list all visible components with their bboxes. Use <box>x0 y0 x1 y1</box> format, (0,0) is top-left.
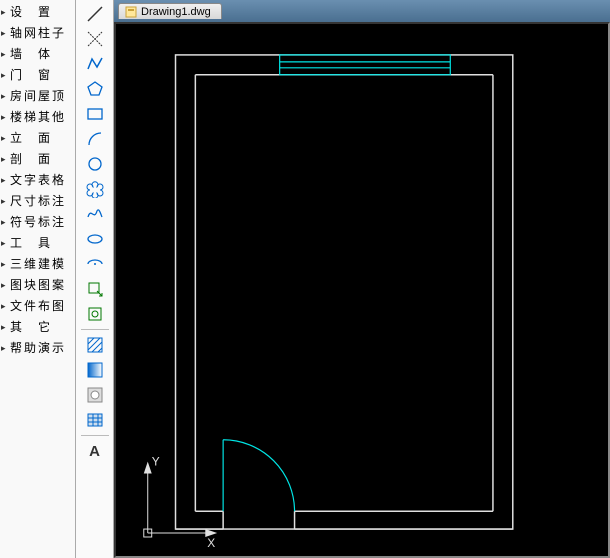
ucs-icon: Y X <box>144 455 217 550</box>
menu-item-3d-modeling[interactable]: 三维建模 <box>0 254 75 275</box>
construction-line-icon[interactable] <box>83 27 107 51</box>
menu-item-help-demo[interactable]: 帮助演示 <box>0 338 75 359</box>
menu-item-elevation[interactable]: 立 面 <box>0 128 75 149</box>
document-tab[interactable]: Drawing1.dwg <box>118 3 222 19</box>
document-tab-bar: Drawing1.dwg <box>114 0 610 22</box>
menu-item-symbol[interactable]: 符号标注 <box>0 212 75 233</box>
menu-item-other[interactable]: 其 它 <box>0 317 75 338</box>
menu-item-block-pattern[interactable]: 图块图案 <box>0 275 75 296</box>
menu-item-dimension[interactable]: 尺寸标注 <box>0 191 75 212</box>
menu-item-file-layout[interactable]: 文件布图 <box>0 296 75 317</box>
toolbar-separator <box>81 329 109 330</box>
menu-item-settings[interactable]: 设 置 <box>0 2 75 23</box>
polygon-icon[interactable] <box>83 77 107 101</box>
menu-item-tools[interactable]: 工 具 <box>0 233 75 254</box>
hatch-icon[interactable] <box>83 333 107 357</box>
drawing-area: Drawing1.dwg <box>114 0 610 558</box>
spline-icon[interactable] <box>83 202 107 226</box>
insert-block-icon[interactable] <box>83 277 107 301</box>
menu-item-room-roof[interactable]: 房间屋顶 <box>0 86 75 107</box>
gradient-icon[interactable] <box>83 358 107 382</box>
region-icon[interactable] <box>83 383 107 407</box>
make-block-icon[interactable] <box>83 302 107 326</box>
drawing-canvas[interactable]: Y X <box>116 24 608 556</box>
document-tab-label: Drawing1.dwg <box>141 6 211 18</box>
rectangle-icon[interactable] <box>83 102 107 126</box>
arc-icon[interactable] <box>83 127 107 151</box>
draw-toolbar: A <box>76 0 114 558</box>
feature-menu: 设 置 轴网柱子 墙 体 门 窗 房间屋顶 楼梯其他 立 面 剖 面 文字表格 … <box>0 0 76 558</box>
toolbar-separator <box>81 435 109 436</box>
ellipse-icon[interactable] <box>83 227 107 251</box>
menu-item-walls[interactable]: 墙 体 <box>0 44 75 65</box>
menu-item-stairs-other[interactable]: 楼梯其他 <box>0 107 75 128</box>
polyline-icon[interactable] <box>83 52 107 76</box>
ellipse-arc-icon[interactable] <box>83 252 107 276</box>
svg-text:X: X <box>207 536 215 550</box>
menu-item-doors-windows[interactable]: 门 窗 <box>0 65 75 86</box>
dwg-file-icon <box>125 6 137 18</box>
text-icon[interactable]: A <box>83 439 107 463</box>
model-viewport[interactable]: Y X <box>114 22 610 558</box>
menu-item-grid-columns[interactable]: 轴网柱子 <box>0 23 75 44</box>
circle-icon[interactable] <box>83 152 107 176</box>
table-icon[interactable] <box>83 408 107 432</box>
line-icon[interactable] <box>83 2 107 26</box>
svg-text:Y: Y <box>152 455 160 469</box>
menu-item-section[interactable]: 剖 面 <box>0 149 75 170</box>
revision-cloud-icon[interactable] <box>83 177 107 201</box>
menu-item-text-table[interactable]: 文字表格 <box>0 170 75 191</box>
